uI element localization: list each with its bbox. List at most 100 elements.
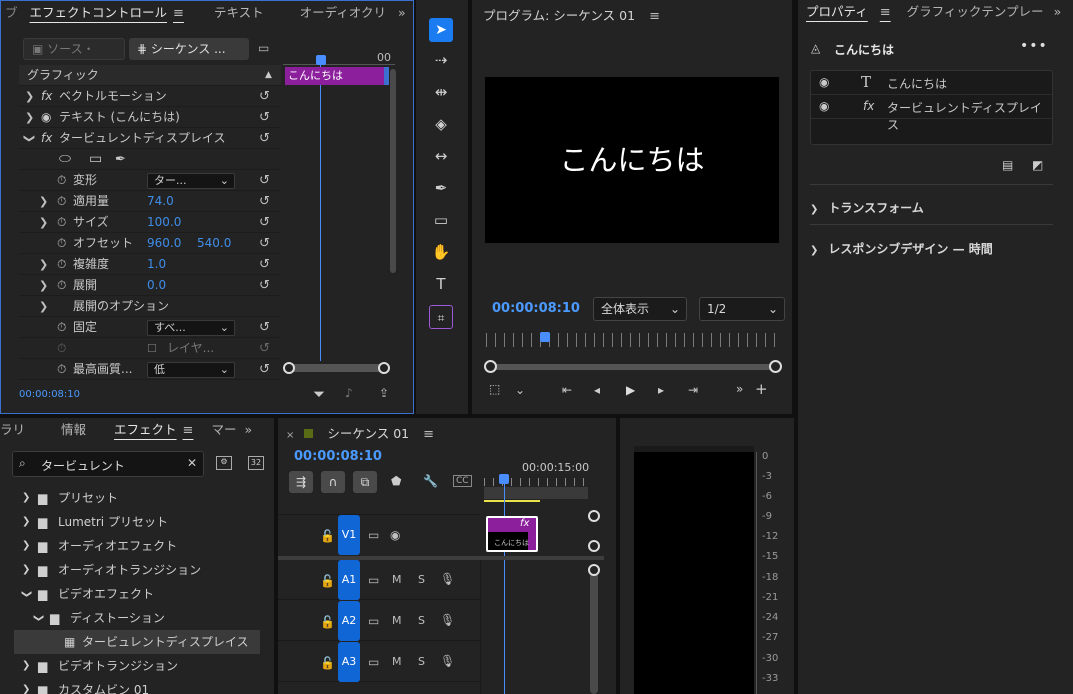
stopwatch-icon[interactable]: ⏱	[57, 254, 66, 275]
rectangle-tool-icon[interactable]: ▭	[429, 208, 453, 232]
reset-icon[interactable]: ↺	[259, 275, 270, 296]
param-row-pinning[interactable]: ⏱ 固定 すべ... ⌄ ↺	[19, 317, 281, 338]
effects-item-audio-effects[interactable]: ❯ ▆ オーディオエフェクト	[14, 534, 260, 558]
mute-button[interactable]: M	[392, 614, 402, 627]
go-to-out-icon[interactable]: ⇥	[688, 383, 698, 397]
track-target-a1[interactable]: A1	[338, 560, 360, 600]
ec-clip-bar[interactable]: こんにちは	[285, 67, 389, 85]
reset-icon[interactable]: ↺	[259, 212, 270, 233]
stopwatch-icon[interactable]: ⏱	[57, 170, 66, 191]
param-row-amount[interactable]: ❯ ⏱ 適用量 74.0 ↺	[19, 191, 281, 212]
eye-icon[interactable]: ◉	[819, 99, 829, 113]
sync-lock-icon[interactable]: ▭	[368, 528, 379, 542]
microphone-icon[interactable]: 🎙	[440, 654, 455, 668]
snap-icon[interactable]: ∩	[321, 471, 345, 493]
param-row-size[interactable]: ❯ ⏱ サイズ 100.0 ↺	[19, 212, 281, 233]
ec-horizontal-scrollbar[interactable]	[285, 364, 389, 372]
program-timecode[interactable]: 00:00:08:10	[492, 301, 580, 316]
play-icon[interactable]: ▶	[626, 383, 635, 397]
ec-scroll-handle-left[interactable]	[283, 362, 295, 374]
chevron-down-icon[interactable]: ⌄	[515, 383, 525, 397]
ellipse-mask-icon[interactable]: ⬭	[59, 149, 71, 170]
layer-row-effect[interactable]: ◉ fx タービュレントディスプレイス	[811, 95, 1052, 132]
filter-icon[interactable]: ⏷	[313, 385, 325, 403]
ec-vertical-scrollbar[interactable]	[390, 69, 396, 273]
sequence-selector-button[interactable]: ⋕ シーケンス ...	[129, 38, 249, 60]
linked-selection-icon[interactable]: ⧉	[353, 471, 377, 493]
track-target-a2[interactable]: A2	[338, 601, 360, 641]
reset-icon[interactable]: ↺	[259, 233, 270, 254]
panel-menu-icon[interactable]: ≡	[649, 9, 660, 24]
more-tabs-icon[interactable]: »	[1052, 0, 1064, 24]
panel-layout-icon[interactable]: ▭	[258, 41, 269, 55]
audio-scroll-handle[interactable]	[588, 564, 600, 576]
section-responsive-design[interactable]: ❯ レスポンシブデザイン — 時間	[810, 240, 993, 257]
complexity-value[interactable]: 1.0	[147, 254, 166, 275]
expand-chevron-icon[interactable]: ❯	[39, 191, 48, 212]
auto-reframe-tool-icon[interactable]: ⌗	[429, 305, 453, 329]
stopwatch-icon[interactable]: ⏱	[57, 233, 66, 254]
more-tabs-icon[interactable]: »	[240, 418, 256, 442]
offset-x-value[interactable]: 960.0	[147, 233, 181, 254]
expand-chevron-icon[interactable]: ❯	[39, 212, 48, 233]
amount-value[interactable]: 74.0	[147, 191, 174, 212]
source-selector-button[interactable]: ▣ ソース・	[23, 38, 125, 60]
lock-icon[interactable]: 🔓	[320, 615, 335, 629]
step-back-icon[interactable]: ◂	[594, 383, 600, 397]
tab-effects[interactable]: エフェクト ≡	[106, 418, 201, 442]
param-row-displacement[interactable]: ⏱ 変形 ター... ⌄ ↺	[19, 170, 281, 191]
offset-y-value[interactable]: 540.0	[197, 233, 231, 254]
program-title[interactable]: プログラム: シーケンス 01 ≡	[483, 5, 660, 24]
add-button-icon[interactable]: +	[755, 380, 768, 398]
eye-icon[interactable]: ◉	[819, 75, 829, 89]
ec-scroll-handle-right[interactable]	[378, 362, 390, 374]
more-options-icon[interactable]: •••	[1020, 38, 1048, 54]
tab-graphic-template[interactable]: グラフィックテンプレー	[899, 0, 1052, 24]
collapse-up-icon[interactable]: ▲	[265, 65, 272, 86]
selection-tool-icon[interactable]: ➤	[429, 18, 453, 42]
track-target-v1[interactable]: V1	[338, 515, 360, 555]
pinning-dropdown[interactable]: すべ... ⌄	[147, 320, 235, 336]
effects-item-video-transitions[interactable]: ❯ ▆ ビデオトランジション	[14, 654, 260, 678]
timeline-timecode[interactable]: 00:00:08:10	[294, 449, 382, 464]
effects-search[interactable]: ⌕ タービュレント ✕	[12, 451, 204, 477]
reset-icon[interactable]: ↺	[259, 107, 270, 128]
tab-text[interactable]: テキスト	[206, 1, 272, 25]
program-zoom-bar[interactable]	[490, 364, 776, 370]
param-row-layer[interactable]: ⏱ ☐ レイヤ... ↺	[19, 338, 281, 359]
type-tool-icon[interactable]: T	[429, 272, 453, 296]
32bit-effects-icon[interactable]: 32	[248, 456, 264, 470]
mute-button[interactable]: M	[392, 573, 402, 586]
param-row-evolution[interactable]: ❯ ⏱ 展開 0.0 ↺	[19, 275, 281, 296]
reset-icon[interactable]: ↺	[259, 254, 270, 275]
program-ruler[interactable]	[486, 333, 778, 347]
lock-icon[interactable]: 🔓	[320, 529, 335, 543]
quality-dropdown[interactable]: 低 ⌄	[147, 362, 235, 378]
sync-lock-icon[interactable]: ▭	[368, 614, 379, 628]
expand-chevron-icon[interactable]: ❯	[39, 275, 48, 296]
reset-icon[interactable]: ↺	[259, 191, 270, 212]
pen-tool-icon[interactable]: ✒	[429, 176, 453, 200]
tab-prev-fragment[interactable]: ブ	[1, 1, 22, 25]
pen-mask-icon[interactable]: ✒	[115, 149, 126, 170]
close-icon[interactable]: ×	[286, 430, 294, 441]
ec-timecode[interactable]: 00:00:08:10	[19, 389, 80, 400]
solo-button[interactable]: S	[418, 573, 425, 586]
go-to-in-icon[interactable]: ⇤	[562, 383, 572, 397]
v-scroll-handle-top[interactable]	[588, 510, 600, 522]
ripple-edit-tool-icon[interactable]: ⇹	[429, 80, 453, 104]
reset-icon[interactable]: ↺	[259, 170, 270, 191]
timeline-tab[interactable]: × シーケンス 01 ≡	[286, 423, 434, 442]
displacement-dropdown[interactable]: ター... ⌄	[147, 173, 235, 189]
expand-chevron-icon[interactable]: ❯	[25, 86, 34, 107]
new-folder-icon[interactable]: ▤	[1002, 158, 1013, 172]
expand-chevron-icon[interactable]: ❯	[25, 107, 34, 128]
work-area-bar[interactable]	[484, 487, 588, 499]
effects-item-distortion[interactable]: ❯ ▆ ディストーション	[14, 606, 260, 630]
slip-tool-icon[interactable]: ↔	[429, 144, 453, 168]
layer-checkbox[interactable]: ☐	[147, 338, 157, 359]
track-select-tool-icon[interactable]: ⇢	[429, 48, 453, 72]
add-marker-icon[interactable]: ⬟	[391, 474, 401, 488]
effects-item-turbulent-displace[interactable]: ▦ タービュレントディスプレイス	[14, 630, 260, 654]
audio-filter-icon[interactable]: ♪	[345, 386, 353, 400]
